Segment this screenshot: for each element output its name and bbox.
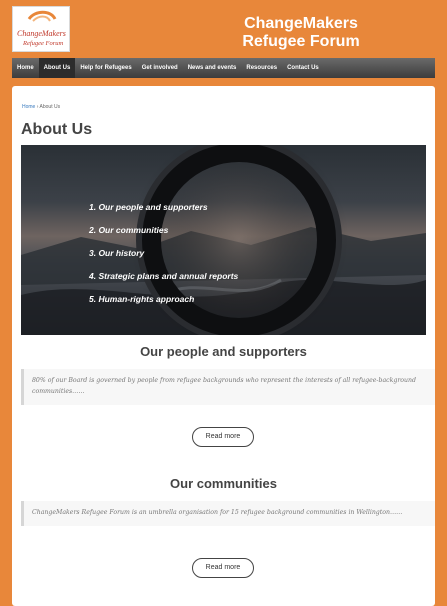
logo-text-line1: ChangeMakers: [17, 29, 66, 38]
nav-help-for-refugees[interactable]: Help for Refugees: [75, 58, 136, 78]
logo-text-line2: Refugee Forum: [22, 40, 64, 47]
section-heading-people: Our people and supporters: [140, 344, 307, 359]
site-title-line1: ChangeMakers: [244, 15, 358, 32]
page-title: About Us: [21, 121, 93, 138]
breadcrumb-separator: ›: [36, 104, 39, 110]
breadcrumb: Home › About Us: [22, 104, 60, 110]
read-more-people-button[interactable]: Read more: [192, 427, 254, 447]
nav-news-and-events[interactable]: News and events: [183, 58, 242, 78]
hero-image: 1. Our people and supporters 2. Our comm…: [21, 145, 426, 335]
breadcrumb-home-link[interactable]: Home: [22, 104, 35, 110]
about-link-history[interactable]: 3. Our history: [89, 247, 238, 270]
section-text-people: 80% of our Board is governed by people f…: [21, 369, 435, 405]
nav-contact-us[interactable]: Contact Us: [282, 58, 324, 78]
section-heading-communities: Our communities: [170, 476, 277, 491]
breadcrumb-current: About Us: [39, 104, 61, 110]
about-link-people-supporters[interactable]: 1. Our people and supporters: [89, 201, 238, 224]
site-title: ChangeMakers Refugee Forum: [201, 15, 401, 51]
about-link-strategic-plans[interactable]: 4. Strategic plans and annual reports: [89, 270, 238, 293]
nav-about-us[interactable]: About Us: [38, 58, 76, 78]
nav-home[interactable]: Home: [12, 58, 39, 78]
site-logo[interactable]: ChangeMakers Refugee Forum: [12, 6, 70, 52]
logo-swirl-icon: ChangeMakers Refugee Forum: [17, 10, 66, 47]
main-nav: Home About Us Help for Refugees Get invo…: [12, 58, 435, 78]
about-link-human-rights[interactable]: 5. Human-rights approach: [89, 293, 238, 316]
about-link-communities[interactable]: 2. Our communities: [89, 224, 238, 247]
read-more-communities-button[interactable]: Read more: [192, 558, 254, 578]
section-text-communities: ChangeMakers Refugee Forum is an umbrell…: [21, 501, 435, 526]
site-title-line2: Refugee Forum: [242, 33, 360, 50]
nav-get-involved[interactable]: Get involved: [137, 58, 183, 78]
nav-resources[interactable]: Resources: [241, 58, 282, 78]
about-links-list: 1. Our people and supporters 2. Our comm…: [89, 201, 238, 316]
site-header: ChangeMakers Refugee Forum ChangeMakers …: [0, 0, 447, 56]
main-content: Home › About Us About Us 1. Our people a…: [12, 86, 435, 606]
